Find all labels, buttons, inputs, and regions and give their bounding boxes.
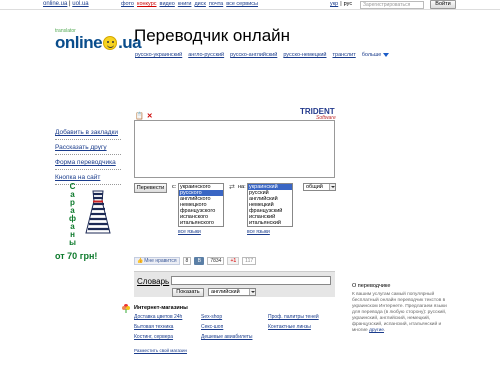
shop-link[interactable]: Костинг, сервера — [134, 334, 201, 340]
shop-link[interactable]: Sex-shop — [201, 314, 268, 320]
service-books[interactable]: книги — [178, 1, 192, 7]
tab-en-ru[interactable]: англо-русский — [188, 52, 224, 58]
target-language-list[interactable]: украинский русский английский немецкий франц… — [247, 183, 293, 227]
topic-value: общий — [306, 184, 323, 190]
sidebar-item-form[interactable]: Форма переводчика — [55, 155, 121, 170]
tab-ru-de[interactable]: русско-немецкий — [283, 52, 326, 58]
about-more-link[interactable]: другие — [369, 328, 384, 333]
sidebar-links: Добавить в закладки Рассказать другу Фор… — [55, 125, 121, 185]
vk-icon[interactable]: B — [194, 257, 205, 265]
home-link-online[interactable]: online.ua — [43, 1, 67, 7]
flower-icon — [122, 304, 130, 313]
dictionary-language-select[interactable]: английский — [208, 288, 256, 296]
thumbs-up-icon: 👍 — [137, 258, 144, 264]
topic-select[interactable]: общий — [303, 183, 336, 191]
shop-link[interactable]: Проф. палитры теней — [268, 314, 349, 320]
vk-count: 7834 — [207, 257, 225, 265]
service-video[interactable]: видео — [160, 1, 175, 7]
dictionary-panel: Словарь Показать английский — [134, 271, 335, 297]
smile-icon — [103, 36, 118, 50]
source-language-option[interactable]: итальянского — [179, 220, 223, 226]
page-title: Переводчик онлайн — [134, 26, 291, 45]
shop-link[interactable]: Контактные линзы — [268, 324, 349, 330]
shops-title: Интернет-магазины — [134, 305, 188, 311]
to-label: на: — [238, 184, 246, 190]
gplus-count: 117 — [242, 257, 257, 265]
ad-banner[interactable]: Сарафаны от 70 грн! — [55, 179, 125, 269]
logo-word: online .ua — [55, 33, 142, 53]
shop-empty — [268, 334, 349, 340]
clipboard-icon[interactable]: 📋 — [135, 112, 144, 120]
service-disk[interactable]: диск — [194, 1, 205, 7]
chevron-down-icon — [329, 184, 335, 190]
dictionary-input[interactable] — [171, 276, 331, 285]
top-bar: online.ua | uol.ua фото конкурс видео кн… — [0, 0, 500, 10]
from-label: с: — [172, 184, 177, 190]
source-language-list[interactable]: украинского русского английского немецкого ф… — [178, 183, 224, 227]
service-all[interactable]: все сервисы — [226, 1, 258, 7]
target-language-option[interactable]: итальянский — [248, 220, 292, 226]
tab-ru-uk[interactable]: русско-украинский — [135, 52, 182, 58]
fb-like-button[interactable]: 👍 Мне нравится — [134, 257, 180, 265]
fb-like-label: Мне нравится — [144, 258, 177, 264]
swap-icon[interactable]: ⇄ — [229, 183, 235, 191]
tab-translit[interactable]: транслит — [333, 52, 356, 58]
ad-text: Сарафаны — [68, 182, 77, 246]
all-languages-from-link[interactable]: все языки — [178, 229, 201, 235]
dress-image — [85, 190, 111, 234]
more-tabs-button[interactable]: больше — [362, 52, 390, 58]
shops-grid: Доставка цветов 24h Sex-shop Проф. палит… — [134, 314, 349, 340]
translate-button[interactable]: Перевести — [134, 183, 167, 193]
home-links: online.ua | uol.ua — [43, 1, 89, 7]
site-logo[interactable]: translator online .ua — [55, 28, 142, 52]
lang-ukr[interactable]: укр — [330, 1, 338, 7]
logo-word-left: online — [55, 33, 103, 52]
sidebar-item-bookmark[interactable]: Добавить в закладки — [55, 125, 121, 140]
shop-link[interactable]: Дешевые авиабилеты — [201, 334, 268, 340]
trident-logo[interactable]: TRIDENT Software — [300, 107, 340, 121]
service-contest[interactable]: конкурс — [137, 1, 157, 7]
chevron-down-icon — [249, 289, 255, 295]
service-mail[interactable]: почта — [209, 1, 223, 7]
social-buttons: 👍 Мне нравится 8 B 7834 +1 117 — [134, 257, 257, 265]
dictionary-title[interactable]: Словарь — [137, 277, 169, 286]
add-shop-link[interactable]: Разместить свой магазин — [134, 348, 187, 353]
tab-ru-en[interactable]: русско-английский — [230, 52, 277, 58]
sidebar-item-tell-friend[interactable]: Рассказать другу — [55, 140, 121, 155]
source-text-area[interactable] — [134, 120, 335, 178]
service-photo[interactable]: фото — [121, 1, 134, 7]
dictionary-language-value: английский — [211, 289, 240, 295]
lang-rus[interactable]: рус — [344, 1, 352, 7]
direction-tabs: русско-украинский англо-русский русско-а… — [135, 52, 390, 58]
about-text: К вашим услугам самый популярный бесплат… — [352, 292, 447, 333]
dictionary-show-button[interactable]: Показать — [172, 288, 204, 297]
login-button[interactable]: Войти — [430, 0, 456, 9]
language-switch: укр | рус — [330, 1, 353, 7]
shop-link[interactable]: Доставка цветов 24h — [134, 314, 201, 320]
shop-link[interactable]: Секс-шоп — [201, 324, 268, 330]
chevron-down-icon — [383, 53, 390, 57]
register-field[interactable]: Зарегистрироваться — [360, 1, 424, 9]
home-link-uol[interactable]: uol.ua — [72, 1, 88, 7]
ad-price: от 70 грн! — [55, 251, 98, 261]
about-text-body: К вашим услугам самый популярный бесплат… — [352, 292, 447, 333]
about-title: О переводчике — [352, 283, 391, 289]
tool-icons: 📋 ✕ — [135, 112, 153, 120]
about-block: О переводчике К вашим услугам самый попу… — [352, 283, 452, 334]
close-icon[interactable]: ✕ — [147, 112, 153, 120]
fb-count: 8 — [182, 257, 192, 265]
all-languages-to-link[interactable]: все языки — [247, 229, 270, 235]
gplus-button[interactable]: +1 — [227, 257, 240, 265]
more-label: больше — [361, 52, 382, 58]
services-menu: фото конкурс видео книги диск почта все … — [121, 1, 258, 7]
shop-link[interactable]: Бытовая техника — [134, 324, 201, 330]
